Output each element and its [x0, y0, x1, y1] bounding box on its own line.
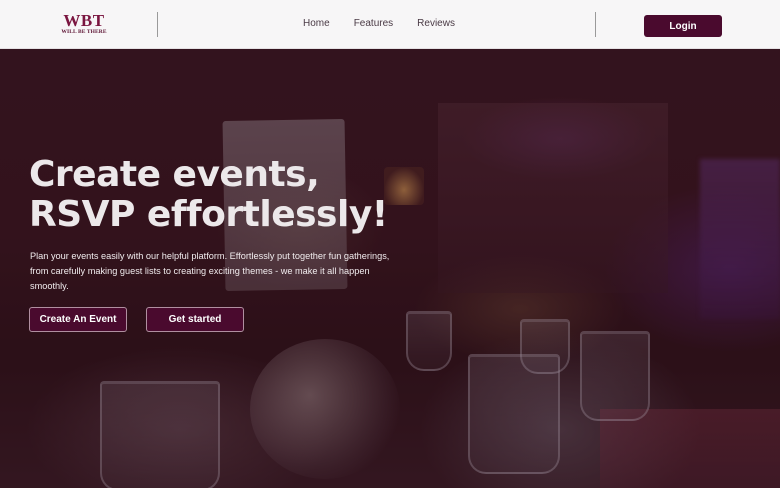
nav-links: Home Features Reviews	[303, 18, 455, 29]
hero-title-line-1: Create events,	[29, 154, 320, 195]
hero-title: Create events, RSVP effortlessly!	[29, 155, 449, 235]
logo[interactable]: WBT WILL BE THERE	[58, 11, 110, 36]
nav-link-home[interactable]: Home	[303, 18, 330, 29]
hero-description: Plan your events easily with our helpful…	[30, 251, 390, 291]
hero-title-line-2: RSVP effortlessly!	[29, 194, 388, 235]
create-event-button[interactable]: Create An Event	[29, 307, 127, 332]
login-button[interactable]: Login	[644, 15, 722, 37]
nav-link-features[interactable]: Features	[354, 18, 393, 29]
top-navbar: WBT WILL BE THERE Home Features Reviews …	[0, 0, 780, 49]
nav-divider-left	[157, 12, 158, 37]
get-started-button[interactable]: Get started	[146, 307, 244, 332]
logo-tagline: WILL BE THERE	[61, 29, 107, 35]
hero-section: Create events, RSVP effortlessly! Plan y…	[0, 49, 780, 488]
nav-link-reviews[interactable]: Reviews	[417, 18, 455, 29]
nav-divider-right	[595, 12, 596, 37]
logo-mark: WBT	[63, 11, 105, 30]
